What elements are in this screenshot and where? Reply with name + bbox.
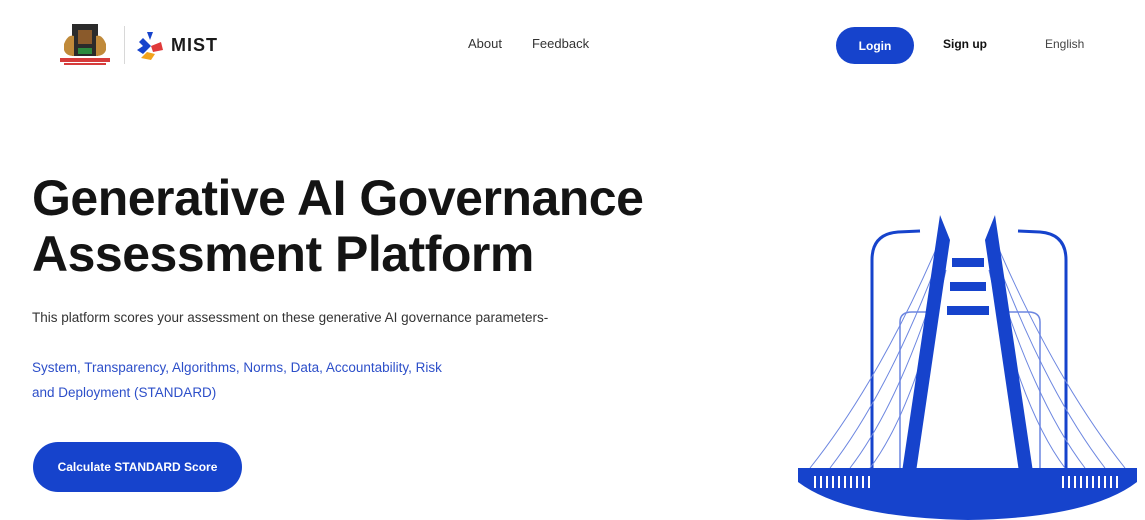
mist-logo-icon — [137, 32, 163, 60]
login-button[interactable]: Login — [836, 27, 914, 64]
title-line-1: Generative AI Governance — [32, 170, 644, 226]
calculate-score-button[interactable]: Calculate STANDARD Score — [33, 442, 242, 492]
title-line-2: Assessment Platform — [32, 226, 534, 282]
landing-page: MIST About Feedback Login Sign up Englis… — [0, 0, 1145, 520]
logo-divider — [124, 26, 125, 64]
parameters-list: System, Transparency, Algorithms, Norms,… — [32, 355, 562, 405]
cable-bridge-illustration — [798, 215, 1137, 520]
brand-name: MIST — [171, 34, 218, 55]
mist-logo: MIST — [133, 28, 218, 62]
main-nav: About Feedback — [468, 36, 589, 51]
language-selector[interactable]: English — [1045, 37, 1084, 51]
parameters-line-1: System, Transparency, Algorithms, Norms,… — [32, 360, 442, 375]
nav-feedback-link[interactable]: Feedback — [532, 36, 589, 51]
top-navbar: MIST About Feedback Login Sign up Englis… — [0, 0, 1145, 92]
hero-description: This platform scores your assessment on … — [32, 310, 549, 325]
signup-link[interactable]: Sign up — [943, 37, 987, 51]
crest-icon — [60, 24, 110, 65]
nav-about-link[interactable]: About — [468, 36, 502, 51]
parameters-line-2: and Deployment (STANDARD) — [32, 385, 217, 400]
page-title: Generative AI Governance Assessment Plat… — [32, 170, 752, 282]
logo-group[interactable]: MIST — [54, 22, 218, 68]
